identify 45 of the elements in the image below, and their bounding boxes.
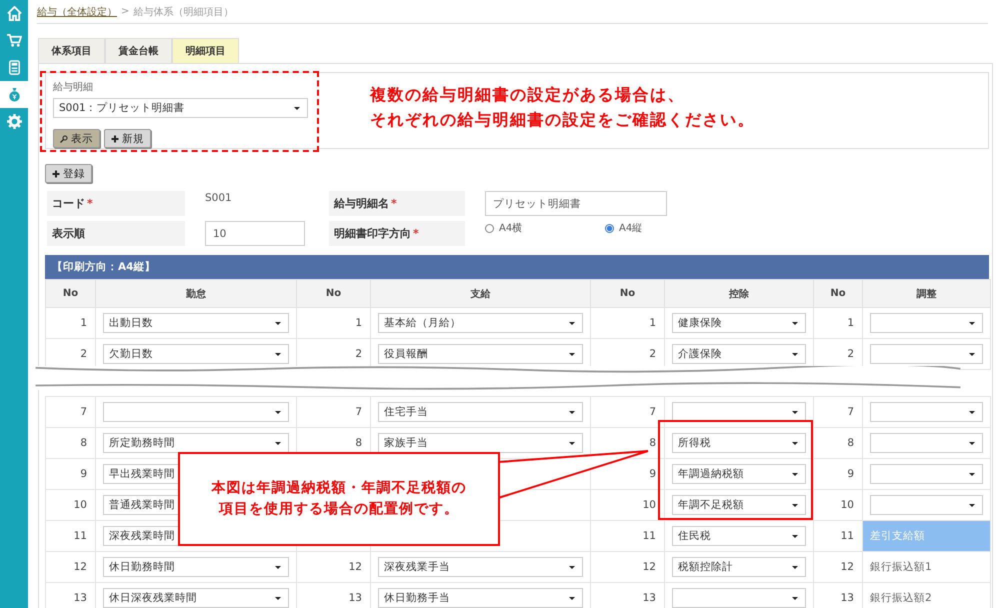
column-header: No <box>590 280 664 308</box>
row-number: 9 <box>46 458 96 490</box>
column-header: 勤怠 <box>96 280 296 308</box>
row-number: 11 <box>590 520 664 552</box>
row-number: 7 <box>590 396 664 428</box>
field-label: コード * <box>47 191 185 216</box>
column-header: No <box>296 280 370 308</box>
callout-text: 項目を使用する場合の配置例です。 <box>218 500 460 519</box>
row-number: 10 <box>590 490 664 520</box>
field-label: 明細書印字方向 * <box>329 221 465 246</box>
row-number: 12 <box>296 552 370 582</box>
row-number: 7 <box>46 396 96 428</box>
section-header: 【印刷方向：A4縦】 <box>45 255 989 279</box>
row-number: 11 <box>46 520 96 552</box>
table-cell: 銀行振込額1 <box>862 552 990 582</box>
column-header: 支給 <box>370 280 590 308</box>
row-number: 9 <box>814 458 862 490</box>
row-number: 7 <box>296 396 370 428</box>
row-number: 8 <box>814 428 862 458</box>
column-header: No <box>46 280 96 308</box>
breadcrumb-separator: > <box>121 6 130 17</box>
column-header: No <box>814 280 862 308</box>
row-number: 12 <box>814 552 862 582</box>
row-number: 10 <box>46 490 96 520</box>
row-number: 12 <box>46 552 96 582</box>
breadcrumb-current: 給与体系（明細項目） <box>133 6 234 18</box>
row-number: 7 <box>814 396 862 428</box>
row-number: 1 <box>296 308 370 338</box>
row-number: 8 <box>46 428 96 458</box>
row-number: 13 <box>46 582 96 608</box>
row-number: 1 <box>46 308 96 338</box>
row-number: 10 <box>814 490 862 520</box>
table-cell: 差引支給額 <box>862 520 990 552</box>
column-header: 控除 <box>664 280 814 308</box>
callout-text: 本図は年調過納税額・年調不足税額の <box>212 479 466 498</box>
notice-text: それぞれの給与明細書の設定をご確認ください。 <box>370 109 755 131</box>
row-number: 12 <box>590 552 664 582</box>
field-label: 給与明細名 * <box>329 191 465 216</box>
row-number: 1 <box>590 308 664 338</box>
row-number: 1 <box>814 308 862 338</box>
field-label: 表示順 <box>47 221 185 246</box>
notice-text: 複数の給与明細書の設定がある場合は、 <box>370 84 686 106</box>
column-header: 調整 <box>862 280 990 308</box>
field-label: 給与明細 <box>53 80 94 94</box>
field-value: S001 <box>205 191 233 204</box>
